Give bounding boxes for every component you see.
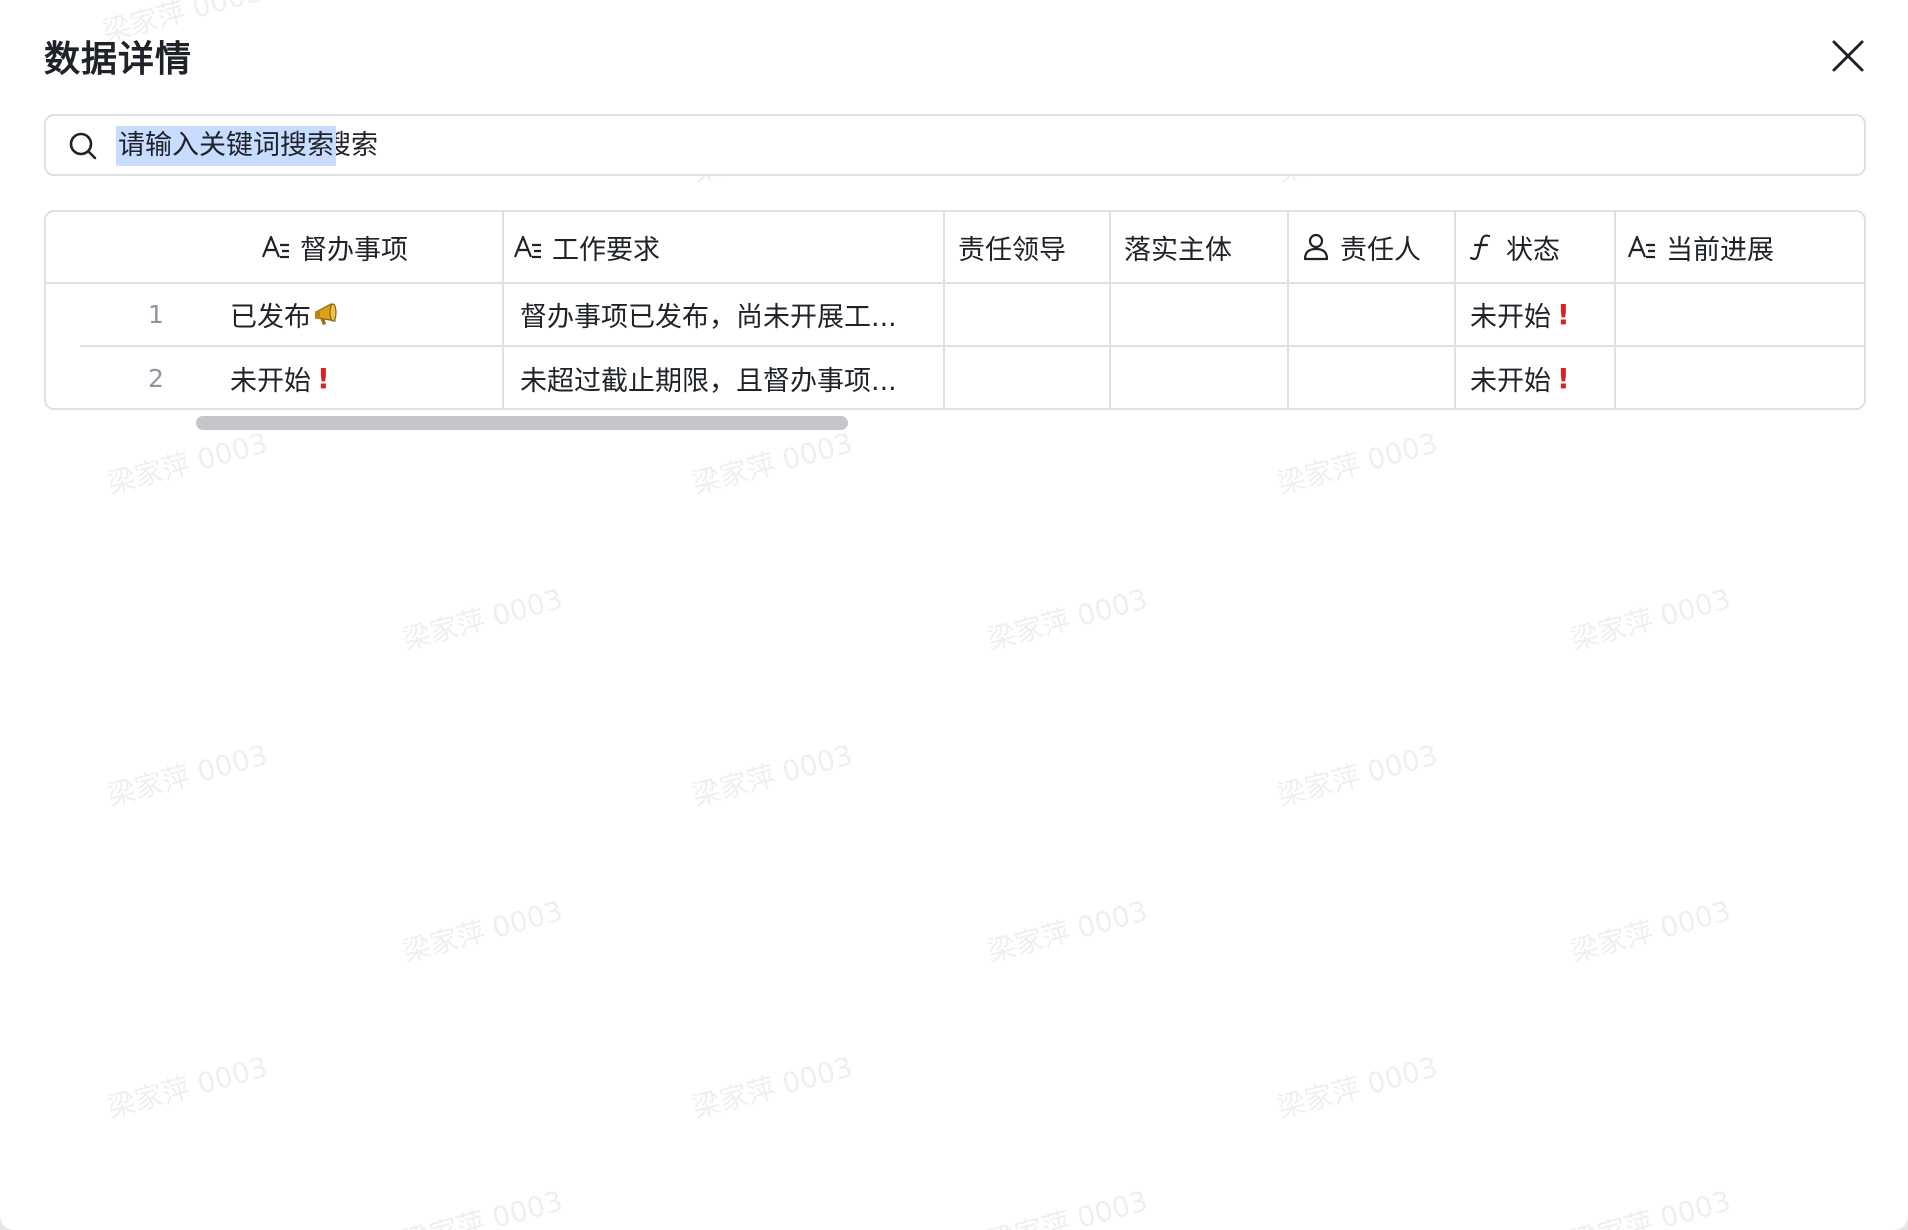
formula-icon bbox=[1469, 234, 1491, 261]
text-field-icon bbox=[513, 235, 541, 259]
watermark: 梁家萍 0003 bbox=[983, 894, 1152, 969]
column-header-label: 状态 bbox=[1506, 234, 1560, 266]
watermark: 梁家萍 0003 bbox=[983, 1184, 1152, 1230]
cell-entity[interactable] bbox=[1124, 282, 1286, 346]
column-header-progress[interactable]: 当前进展 bbox=[1626, 212, 1862, 282]
watermark: 梁家萍 0003 bbox=[103, 1050, 272, 1125]
person-icon bbox=[1303, 233, 1329, 261]
row-number: 2 bbox=[148, 363, 164, 393]
cell-entity[interactable] bbox=[1124, 346, 1286, 408]
cell-leader[interactable] bbox=[958, 282, 1108, 346]
column-header-item[interactable]: 督办事项 bbox=[260, 212, 500, 282]
watermark: 梁家萍 0003 bbox=[1273, 1050, 1442, 1125]
watermark: 梁家萍 0003 bbox=[688, 738, 857, 813]
cell-leader[interactable] bbox=[958, 346, 1108, 408]
column-header-label: 当前进展 bbox=[1666, 234, 1774, 266]
cell-status-text: 未开始 bbox=[1470, 365, 1551, 397]
exclamation-icon: ! bbox=[1557, 361, 1570, 395]
watermark: 梁家萍 0003 bbox=[1566, 1184, 1735, 1230]
column-header-status[interactable]: 状态 bbox=[1466, 212, 1612, 282]
watermark: 梁家萍 0003 bbox=[103, 738, 272, 813]
cell-owner[interactable] bbox=[1300, 346, 1452, 408]
watermark: 梁家萍 0003 bbox=[1273, 738, 1442, 813]
column-header-label: 督办事项 bbox=[300, 234, 408, 266]
watermark: 梁家萍 0003 bbox=[398, 582, 567, 657]
search-input[interactable] bbox=[116, 126, 1836, 164]
row-number: 1 bbox=[148, 299, 164, 329]
cell-item[interactable]: 未开始 ! bbox=[230, 346, 500, 408]
column-header-leader[interactable]: 责任领导 bbox=[958, 212, 1108, 282]
exclamation-icon: ! bbox=[317, 361, 330, 395]
close-button[interactable] bbox=[1830, 38, 1866, 74]
cell-item[interactable]: 已发布 bbox=[230, 282, 500, 346]
text-field-icon bbox=[1627, 235, 1655, 259]
table-header: 督办事项 工作要求 责任领导 落实主体 责任人 状态 当前进展 bbox=[46, 212, 1864, 284]
column-header-label: 责任人 bbox=[1340, 234, 1421, 266]
column-header-label: 落实主体 bbox=[1124, 234, 1232, 266]
column-header-label: 责任领导 bbox=[958, 234, 1066, 266]
table-row[interactable]: 2 未开始 ! 未超过截止期限，且督办事项... 未开始 ! bbox=[46, 346, 1864, 408]
dialog-title: 数据详情 bbox=[44, 39, 193, 80]
horizontal-scrollbar[interactable] bbox=[196, 416, 848, 430]
cell-item-text: 已发布 bbox=[230, 301, 311, 333]
watermark: 梁家萍 0003 bbox=[398, 894, 567, 969]
watermark: 梁家萍 0003 bbox=[103, 426, 272, 501]
column-header-requirement[interactable]: 工作要求 bbox=[512, 212, 942, 282]
text-field-icon bbox=[261, 235, 289, 259]
table-row[interactable]: 1 已发布 督办事项已发布，尚未开展工... 未开始 ! bbox=[46, 282, 1864, 347]
close-icon bbox=[1832, 40, 1864, 72]
cell-item-text: 未开始 bbox=[230, 365, 311, 397]
exclamation-icon: ! bbox=[1557, 297, 1570, 331]
cell-status-text: 未开始 bbox=[1470, 301, 1551, 333]
watermark: 梁家萍 0003 bbox=[1273, 426, 1442, 501]
cell-owner[interactable] bbox=[1300, 282, 1452, 346]
column-header-owner[interactable]: 责任人 bbox=[1300, 212, 1452, 282]
data-detail-dialog: 梁家萍 0003 梁家萍 0003 梁家萍 0003 梁家萍 0003 梁家萍 … bbox=[0, 0, 1908, 1230]
watermark: 梁家萍 0003 bbox=[398, 1184, 567, 1230]
watermark: 梁家萍 0003 bbox=[1566, 582, 1735, 657]
watermark: 梁家萍 0003 bbox=[688, 426, 857, 501]
watermark: 梁家萍 0003 bbox=[983, 582, 1152, 657]
cell-status[interactable]: 未开始 ! bbox=[1470, 346, 1612, 408]
cell-requirement[interactable]: 未超过截止期限，且督办事项... bbox=[520, 346, 940, 408]
watermark: 梁家萍 0003 bbox=[1566, 894, 1735, 969]
data-table[interactable]: 督办事项 工作要求 责任领导 落实主体 责任人 状态 当前进展 1 已发布 督办… bbox=[44, 210, 1866, 410]
column-header-label: 工作要求 bbox=[552, 234, 660, 266]
cell-progress[interactable] bbox=[1626, 282, 1862, 346]
watermark-layer: 梁家萍 0003 梁家萍 0003 梁家萍 0003 梁家萍 0003 梁家萍 … bbox=[0, 0, 1908, 1230]
search-icon bbox=[69, 132, 97, 160]
cell-requirement[interactable]: 督办事项已发布，尚未开展工... bbox=[520, 282, 940, 346]
column-header-entity[interactable]: 落实主体 bbox=[1124, 212, 1286, 282]
search-box[interactable] bbox=[44, 114, 1866, 176]
cell-progress[interactable] bbox=[1626, 346, 1862, 408]
cell-status[interactable]: 未开始 ! bbox=[1470, 282, 1612, 346]
megaphone-icon bbox=[315, 303, 337, 325]
watermark: 梁家萍 0003 bbox=[688, 1050, 857, 1125]
